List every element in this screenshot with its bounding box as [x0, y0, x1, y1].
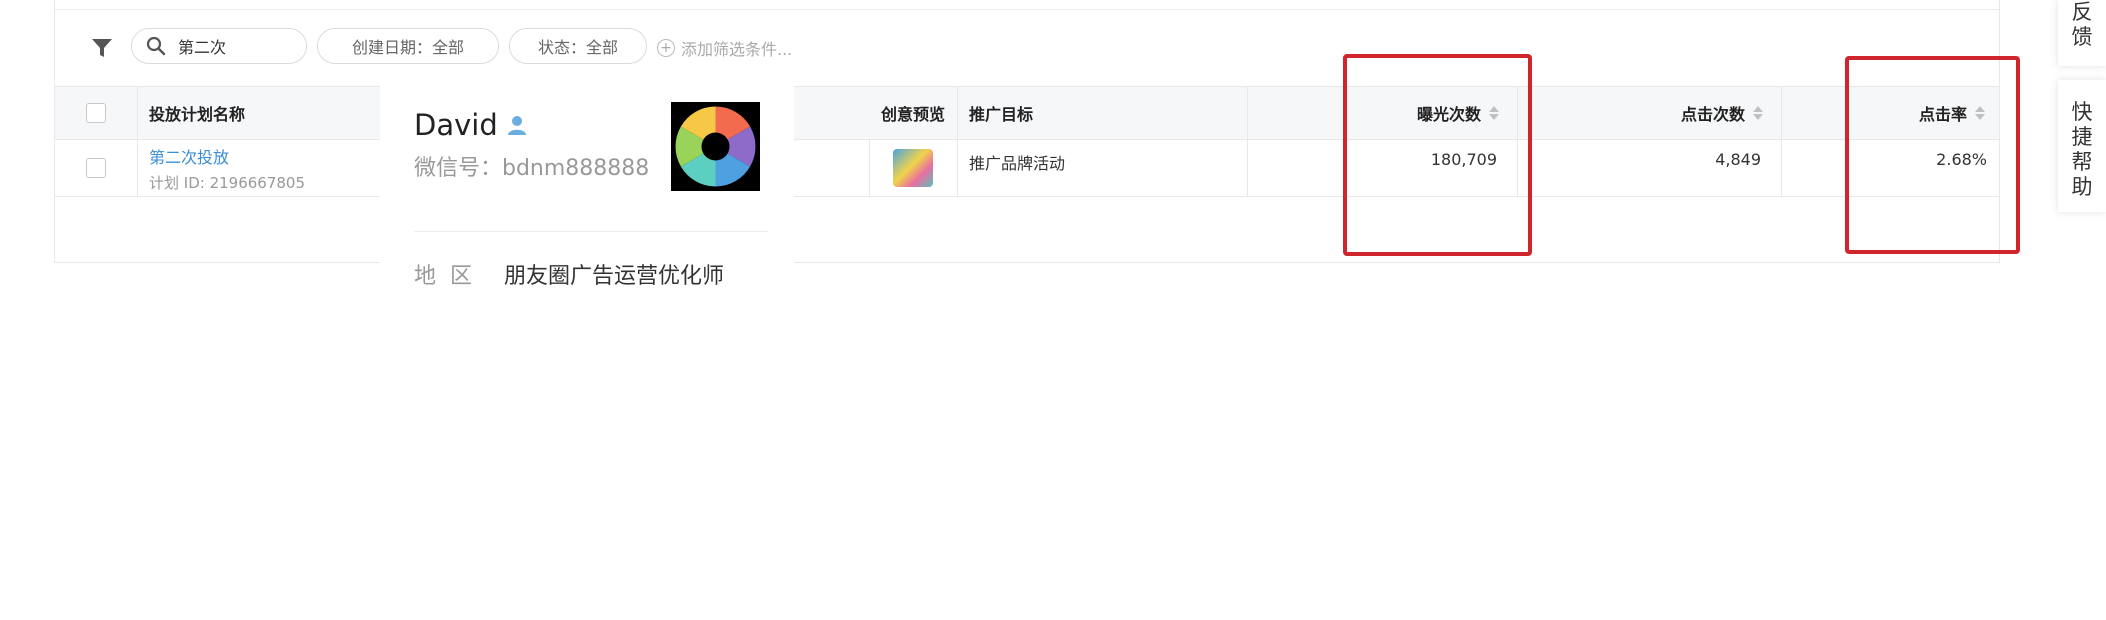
creative-thumbnail[interactable] — [893, 149, 933, 187]
row-checkbox[interactable] — [86, 158, 106, 178]
filter-icon[interactable] — [91, 37, 113, 59]
header-promotion-goal: 推广目标 — [969, 105, 1034, 124]
column-divider — [137, 87, 138, 139]
search-icon — [146, 36, 166, 56]
plan-id: 计划 ID: 2196667805 — [149, 173, 305, 192]
status-filter[interactable]: 状态：全部 — [509, 28, 647, 64]
plan-name-cell: 第二次投放 计划 ID: 2196667805 — [149, 140, 305, 196]
search-input[interactable] — [178, 36, 288, 56]
feedback-label: 反馈 — [2071, 0, 2093, 49]
sort-icon[interactable] — [1753, 106, 1763, 120]
card-divider — [414, 231, 768, 232]
header-clicks-label: 点击次数 — [1680, 105, 1745, 124]
column-divider — [957, 87, 958, 139]
status-filter-label: 状态：全部 — [537, 38, 618, 57]
column-divider — [137, 140, 138, 196]
create-date-filter[interactable]: 创建日期：全部 — [317, 28, 499, 64]
avatar — [671, 102, 760, 191]
creative-preview-cell — [869, 140, 957, 196]
campaign-panel: 创建日期：全部 状态：全部 + 添加筛选条件... 投放计划名称 创意预览 推广… — [54, 0, 2000, 263]
search-box[interactable] — [131, 28, 307, 64]
header-select-all-cell — [55, 87, 137, 139]
profile-card: David 微信号：bdnm888888 地区 朋友圈广告运营优化师 — [380, 78, 794, 328]
plan-name-link[interactable]: 第二次投放 — [149, 144, 229, 168]
clicks-value: 4,849 — [1715, 150, 1761, 169]
add-filter-button[interactable]: + 添加筛选条件... — [657, 36, 792, 60]
profile-name: David — [414, 108, 498, 142]
quick-help-button[interactable]: 快捷帮助 — [2058, 80, 2106, 212]
wechat-id: 微信号：bdnm888888 — [414, 156, 650, 181]
header-creative-preview: 创意预览 — [881, 105, 946, 124]
add-filter-label: 添加筛选条件... — [681, 40, 793, 59]
feedback-button[interactable]: 反馈 — [2058, 0, 2106, 66]
plus-circle-icon: + — [657, 39, 675, 57]
user-icon — [507, 116, 526, 135]
promotion-goal: 推广品牌活动 — [969, 154, 1066, 173]
top-divider — [55, 9, 1999, 10]
table-header: 投放计划名称 创意预览 推广目标 曝光次数 点击次数 点击率 — [55, 86, 1999, 140]
highlight-box-ctr — [1845, 56, 2020, 254]
profile-name-row: David — [414, 108, 528, 142]
region-value: 朋友圈广告运营优化师 — [504, 264, 725, 289]
highlight-box-impressions — [1343, 54, 1532, 256]
region-label: 地区 — [414, 264, 487, 289]
header-clicks[interactable]: 点击次数 — [1517, 87, 1781, 139]
column-divider — [957, 140, 958, 196]
create-date-filter-label: 创建日期：全部 — [351, 38, 464, 57]
header-plan-name: 投放计划名称 — [149, 105, 246, 124]
select-all-checkbox[interactable] — [86, 103, 106, 123]
quick-help-label: 快捷帮助 — [2071, 100, 2093, 199]
row-select-cell — [55, 140, 137, 196]
table-row: 第二次投放 计划 ID: 2196667805 推广品牌活动 180,709 4… — [55, 140, 1999, 197]
